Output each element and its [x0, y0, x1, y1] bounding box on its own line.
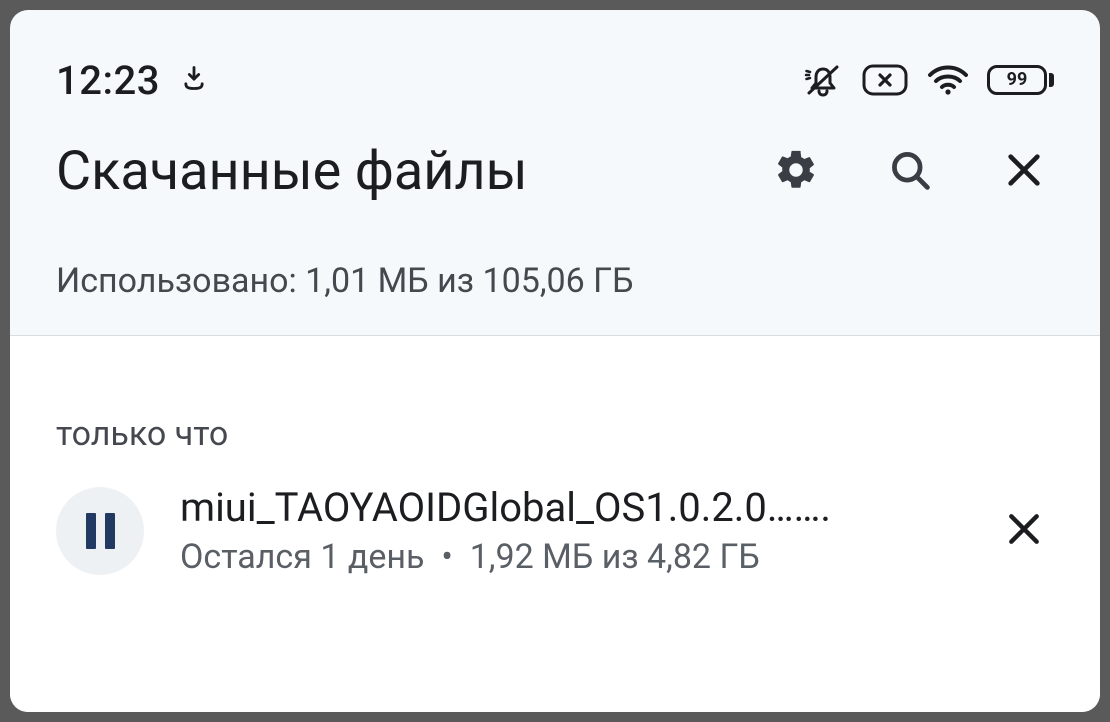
pause-button[interactable] [56, 487, 144, 575]
app-window: 12:23 [10, 10, 1100, 712]
battery-percent: 99 [1007, 71, 1028, 89]
download-indicator-icon [180, 64, 208, 96]
download-file-name: miui_TAOYAOIDGlobal_OS1.0.2.0……. [180, 484, 966, 531]
pause-icon [86, 513, 115, 549]
download-progress: 1,92 МБ из 4,82 ГБ [470, 537, 760, 577]
header-actions [774, 150, 1054, 194]
close-button[interactable] [1002, 150, 1046, 194]
no-sim-icon [861, 63, 909, 97]
battery-indicator: 99 [987, 65, 1054, 95]
cancel-download-button[interactable] [1002, 509, 1046, 553]
downloads-list: только что miui_TAOYAOIDGlobal_OS1.0.2.0… [10, 336, 1100, 712]
download-info: miui_TAOYAOIDGlobal_OS1.0.2.0……. Остался… [180, 484, 966, 577]
page-header: Скачанные файлы [10, 110, 1100, 203]
mute-icon [803, 63, 843, 97]
section-label: только что [56, 336, 1054, 484]
status-right: 99 [803, 63, 1054, 97]
download-item[interactable]: miui_TAOYAOIDGlobal_OS1.0.2.0……. Остался… [56, 484, 1054, 607]
download-meta: Остался 1 день • 1,92 МБ из 4,82 ГБ [180, 537, 966, 577]
storage-summary: Использовано: 1,01 МБ из 105,06 ГБ [10, 203, 1100, 336]
download-time-remaining: Остался 1 день [180, 537, 424, 577]
close-icon [1005, 510, 1043, 552]
wifi-icon [927, 63, 969, 97]
status-bar: 12:23 [10, 10, 1100, 110]
settings-button[interactable] [774, 150, 818, 194]
status-time: 12:23 [56, 57, 160, 104]
page-title: Скачанные файлы [56, 140, 774, 203]
search-icon [888, 148, 932, 196]
close-icon [1004, 150, 1044, 194]
search-button[interactable] [888, 150, 932, 194]
gear-icon [773, 147, 819, 197]
status-left: 12:23 [56, 57, 208, 104]
